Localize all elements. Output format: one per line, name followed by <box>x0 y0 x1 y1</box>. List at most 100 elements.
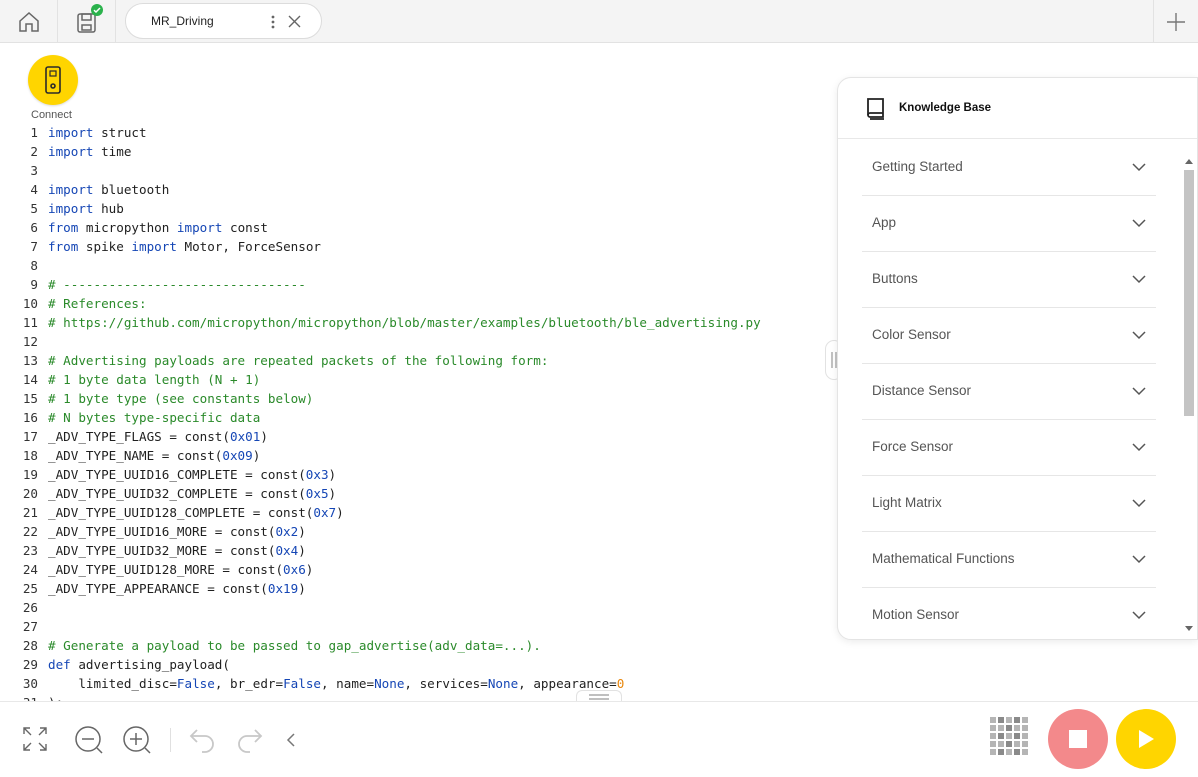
code-token: False <box>283 676 321 691</box>
code-token: ) <box>252 448 261 463</box>
play-button[interactable] <box>1116 709 1176 769</box>
code-token: # https://github.com/micropython/micropy… <box>48 315 761 330</box>
code-line[interactable]: 29 def advertising_payload( <box>0 655 830 674</box>
code-line[interactable]: 17 _ADV_TYPE_FLAGS = const(0x01) <box>0 427 830 446</box>
scroll-up-arrow-icon[interactable] <box>1185 158 1193 164</box>
knowledge-base-panel: Knowledge Base Getting Started App Buttons… <box>837 77 1198 640</box>
knowledge-base-item[interactable]: Force Sensor <box>862 420 1156 476</box>
code-line[interactable]: 27 <box>0 617 830 636</box>
code-text: _ADV_TYPE_UUID128_COMPLETE = const(0x7) <box>48 503 344 522</box>
code-token: import <box>176 220 223 235</box>
project-tab[interactable]: MR_Driving <box>125 3 322 39</box>
code-line[interactable]: 26 <box>0 598 830 617</box>
chevron-down-icon[interactable] <box>1132 552 1146 566</box>
code-token: const <box>222 220 268 235</box>
code-line[interactable]: 21 _ADV_TYPE_UUID128_COMPLETE = const(0x7… <box>0 503 830 522</box>
kebab-menu-icon[interactable] <box>270 14 276 30</box>
chevron-down-icon[interactable] <box>1132 440 1146 454</box>
code-line[interactable]: 25 _ADV_TYPE_APPEARANCE = const(0x19) <box>0 579 830 598</box>
knowledge-base-item-label: Light Matrix <box>872 495 942 510</box>
fullscreen-button[interactable] <box>20 724 50 754</box>
code-editor[interactable]: 1 import struct 2 import time 3 4 import bluet… <box>0 123 830 701</box>
code-line[interactable]: 6 from micropython import const <box>0 218 830 237</box>
zoom-out-button[interactable] <box>73 724 105 756</box>
knowledge-base-item[interactable]: Buttons <box>862 252 1156 308</box>
code-line[interactable]: 11 # https://github.com/micropython/micro… <box>0 313 830 332</box>
code-line[interactable]: 18 _ADV_TYPE_NAME = const(0x09) <box>0 446 830 465</box>
scroll-down-arrow-icon[interactable] <box>1185 626 1193 632</box>
line-number: 24 <box>22 562 38 577</box>
line-number: 21 <box>22 505 38 520</box>
code-text: # -------------------------------- <box>48 275 306 294</box>
chevron-down-icon[interactable] <box>1132 608 1146 622</box>
code-line[interactable]: 15 # 1 byte type (see constants below) <box>0 389 830 408</box>
knowledge-base-item[interactable]: App <box>862 196 1156 252</box>
line-number: 2 <box>30 144 38 159</box>
stop-button[interactable] <box>1048 709 1108 769</box>
code-line[interactable]: 7 from spike import Motor, ForceSensor <box>0 237 830 256</box>
knowledge-base-item[interactable]: Mathematical Functions <box>862 532 1156 588</box>
chevron-down-icon[interactable] <box>1132 328 1146 342</box>
undo-button[interactable] <box>188 726 216 754</box>
knowledge-base-item[interactable]: Getting Started <box>862 140 1156 196</box>
code-line[interactable]: 4 import bluetooth <box>0 180 830 199</box>
code-token: # 1 byte data length (N + 1) <box>48 372 261 387</box>
line-number: 16 <box>22 410 38 425</box>
code-token: ) <box>305 562 314 577</box>
code-line[interactable]: 12 <box>0 332 830 351</box>
code-line[interactable]: 8 <box>0 256 830 275</box>
knowledge-base-item[interactable]: Distance Sensor <box>862 364 1156 420</box>
code-token: micropython <box>78 220 177 235</box>
connect-button[interactable] <box>28 55 78 105</box>
code-line[interactable]: 13 # Advertising payloads are repeated pa… <box>0 351 830 370</box>
code-line[interactable]: 23 _ADV_TYPE_UUID32_MORE = const(0x4) <box>0 541 830 560</box>
code-line[interactable]: 24 _ADV_TYPE_UUID128_MORE = const(0x6) <box>0 560 830 579</box>
code-line[interactable]: 16 # N bytes type-specific data <box>0 408 830 427</box>
code-line[interactable]: 20 _ADV_TYPE_UUID32_COMPLETE = const(0x5) <box>0 484 830 503</box>
knowledge-base-item[interactable]: Color Sensor <box>862 308 1156 364</box>
code-token: _ADV_TYPE_UUID16_COMPLETE = const( <box>48 467 306 482</box>
code-line[interactable]: 31): <box>0 693 830 701</box>
code-text: limited_disc=False, br_edr=False, name=N… <box>48 674 624 693</box>
bottom-toolbar <box>0 701 1198 777</box>
code-token: 0x7 <box>313 505 337 520</box>
collapse-toolbar-button[interactable] <box>283 730 299 750</box>
code-line[interactable]: 2 import time <box>0 142 830 161</box>
code-token: # Generate a payload to be passed to gap… <box>48 638 541 653</box>
chevron-down-icon[interactable] <box>1132 160 1146 174</box>
code-line[interactable]: 1 import struct <box>0 123 830 142</box>
code-line[interactable]: 14 # 1 byte data length (N + 1) <box>0 370 830 389</box>
code-line[interactable]: 30 limited_disc=False, br_edr=False, nam… <box>0 674 830 693</box>
save-button[interactable] <box>58 0 116 43</box>
chevron-down-icon[interactable] <box>1132 216 1146 230</box>
redo-button[interactable] <box>236 726 264 754</box>
chevron-down-icon[interactable] <box>1132 272 1146 286</box>
light-matrix-button[interactable] <box>990 717 1030 757</box>
line-number: 1 <box>30 125 38 140</box>
code-line[interactable]: 3 <box>0 161 830 180</box>
code-token: from <box>48 239 79 254</box>
chevron-down-icon[interactable] <box>1132 384 1146 398</box>
knowledge-base-item[interactable]: Light Matrix <box>862 476 1156 532</box>
code-token: 0x6 <box>283 562 306 577</box>
code-line[interactable]: 28 # Generate a payload to be passed to g… <box>0 636 830 655</box>
chevron-down-icon[interactable] <box>1132 496 1146 510</box>
code-token: ) <box>298 524 306 539</box>
code-line[interactable]: 9 # -------------------------------- <box>0 275 830 294</box>
code-token: 0x01 <box>229 429 261 444</box>
close-icon[interactable] <box>288 15 301 28</box>
knowledge-base-item[interactable]: Motion Sensor <box>862 588 1156 639</box>
code-line[interactable]: 10 # References: <box>0 294 830 313</box>
code-line[interactable]: 5 import hub <box>0 199 830 218</box>
scrollbar-thumb[interactable] <box>1184 170 1194 416</box>
code-token: import <box>131 239 177 254</box>
code-line[interactable]: 19 _ADV_TYPE_UUID16_COMPLETE = const(0x3) <box>0 465 830 484</box>
knowledge-base-scrollbar[interactable] <box>1181 156 1195 636</box>
fullscreen-icon <box>23 727 47 751</box>
code-line[interactable]: 22 _ADV_TYPE_UUID16_MORE = const(0x2) <box>0 522 830 541</box>
home-button[interactable] <box>0 0 58 43</box>
new-tab-button[interactable] <box>1153 0 1198 43</box>
knowledge-base-item-label: Mathematical Functions <box>872 551 1015 566</box>
zoom-in-button[interactable] <box>121 724 153 756</box>
code-token: import <box>48 182 94 197</box>
